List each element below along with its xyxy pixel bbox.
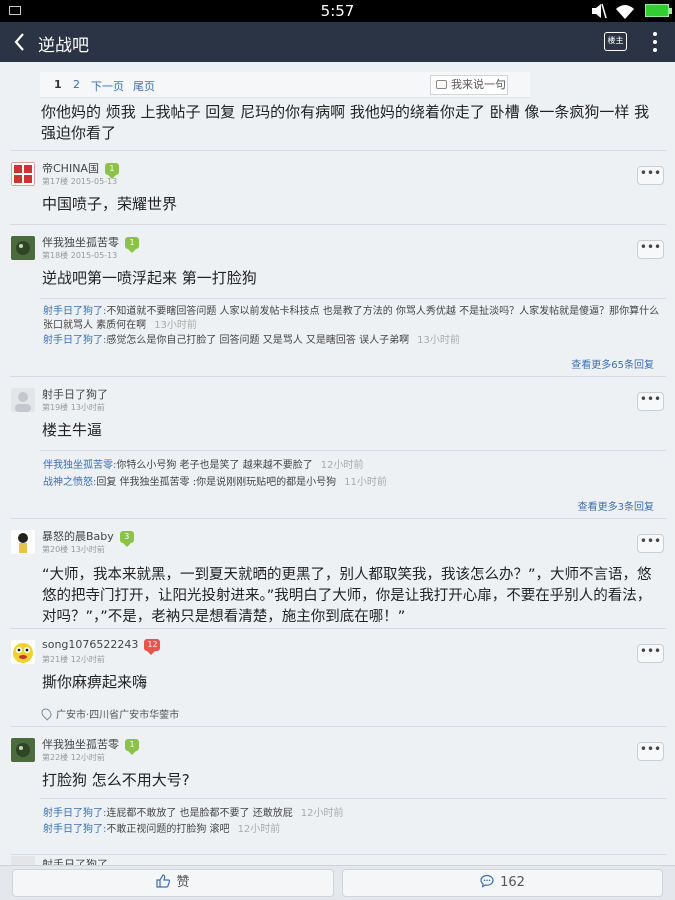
post-more-button[interactable]: ••• [637, 644, 664, 663]
title-bar: 逆战吧 楼主 [0, 22, 675, 62]
reply-item[interactable]: 战神之愤怒:回复 伴我独坐孤苦零 :你是说刚刚玩贴吧的都是小号狗 11小时前 [43, 476, 663, 490]
avatar[interactable] [11, 162, 35, 186]
username[interactable]: 暴怒的晨Baby 3 [42, 528, 134, 547]
volume-muted-icon [592, 3, 607, 19]
location-tag[interactable]: 广安市·四川省广安市华蓥市 [39, 706, 179, 721]
reply-item[interactable]: 射手日了狗了:感觉怎么是你自己打脸了 回答问题 又是骂人 又是瞎回答 误人子弟啊… [43, 334, 663, 348]
divider [10, 150, 666, 151]
reply-item[interactable]: 伴我独坐孤苦零:你特么小号狗 老子也是笑了 越来越不要脸了 12小时前 [43, 459, 663, 473]
wifi-icon [616, 5, 634, 19]
username[interactable]: 射手日了狗了 [42, 386, 108, 402]
post-more-button[interactable]: ••• [637, 534, 664, 553]
speech-bubble-icon [480, 874, 494, 888]
reply-item[interactable]: 射手日了狗了:不知道就不要瞎回答问题 人家以前发帖卡科技点 也是教了方法的 你骂… [43, 305, 663, 333]
post-more-button[interactable]: ••• [637, 166, 664, 185]
owner-only-button[interactable]: 楼主 [604, 32, 627, 51]
post-content: “大师，我本来就黑，一到夏天就晒的更黑了，别人都取笑我，我该怎么办？”，大师不言… [42, 567, 652, 625]
vertical-dots-icon[interactable] [646, 30, 664, 54]
username[interactable]: song1076522243 12 [42, 638, 161, 655]
avatar[interactable] [11, 388, 35, 412]
avatar[interactable] [11, 738, 35, 762]
level-badge: 1 [125, 237, 139, 253]
post-meta: 第20楼 13小时前 [42, 545, 105, 554]
level-badge: 12 [144, 639, 161, 655]
battery-icon [645, 4, 672, 17]
post-more-button[interactable]: ••• [637, 742, 664, 761]
embedded-screenshot: 1 2 下一页 尾页 我来说一句 [40, 72, 530, 98]
status-bar: 5:57 [0, 0, 675, 22]
username[interactable]: 伴我独坐孤苦零 1 [42, 234, 139, 253]
avatar[interactable] [11, 236, 35, 260]
divider [10, 376, 666, 377]
post-list[interactable]: 1 2 下一页 尾页 我来说一句 你他妈的 烦我 上我帖子 回复 尼玛的你有病啊… [0, 62, 675, 865]
post-more-button[interactable]: ••• [637, 240, 664, 259]
post-content: 逆战吧第一喷浮起来 第一打脸狗 [42, 269, 257, 287]
avatar[interactable] [11, 530, 35, 554]
level-badge: 1 [125, 739, 139, 755]
username[interactable]: 射手日了狗了 [42, 856, 108, 865]
post-more-button[interactable]: ••• [637, 392, 664, 411]
page-1: 1 [54, 78, 62, 91]
username[interactable]: 伴我独坐孤苦零 1 [42, 736, 139, 755]
post-meta: 第21楼 12小时前 [42, 655, 105, 664]
chevron-left-icon[interactable] [10, 28, 30, 56]
comment-icon [436, 80, 447, 89]
post-meta: 第17楼 2015-05-13 [42, 177, 118, 186]
comment-button[interactable]: 162 [342, 869, 663, 897]
page-2: 2 [73, 78, 80, 91]
page-title: 逆战吧 [38, 36, 89, 56]
reply-button: 我来说一句 [430, 75, 508, 95]
reply-item[interactable]: 射手日了狗了:不敢正视问题的打脸狗 滚吧 12小时前 [43, 823, 663, 837]
post-meta: 第19楼 13小时前 [42, 403, 105, 412]
divider [10, 726, 666, 727]
avatar[interactable] [11, 640, 35, 664]
post-meta: 第18楼 2015-05-13 [42, 251, 118, 260]
see-more-replies-link[interactable]: 查看更多3条回复 [578, 498, 654, 513]
thumbs-up-icon [156, 874, 171, 888]
level-badge: 3 [119, 531, 134, 547]
divider [10, 518, 666, 519]
reply-list: 射手日了狗了:连屁都不敢放了 也是脸都不要了 还敢放屁 12小时前 射手日了狗了:… [40, 798, 666, 842]
post-content: 中国喷子，荣耀世界 [42, 195, 178, 213]
like-button[interactable]: 赞 [12, 869, 334, 897]
bottom-action-bar: 赞 162 [0, 865, 675, 900]
reply-item[interactable]: 射手日了狗了:连屁都不敢放了 也是脸都不要了 还敢放屁 12小时前 [43, 807, 663, 821]
reply-list: 伴我独坐孤苦零:你特么小号狗 老子也是笑了 越来越不要脸了 12小时前 战神之愤怒… [40, 450, 666, 513]
post-content: 楼主牛逼 [42, 421, 103, 439]
level-badge: 1 [104, 163, 119, 179]
divider [10, 854, 666, 855]
divider [10, 628, 666, 629]
status-time: 5:57 [320, 2, 355, 20]
username[interactable]: 帝CHINA国 1 [42, 160, 119, 179]
divider [10, 224, 666, 225]
next-page-link: 下一页 [91, 80, 124, 93]
see-more-replies-link[interactable]: 查看更多65条回复 [571, 356, 654, 371]
last-page-link: 尾页 [133, 80, 155, 93]
avatar[interactable] [11, 856, 35, 865]
post-content: 撕你麻痹起来嗨 [42, 673, 148, 691]
post-text: 你他妈的 烦我 上我帖子 回复 尼玛的你有病啊 我他妈的绕着你走了 卧槽 像一条… [41, 103, 650, 142]
post-content: 打脸狗 怎么不用大号? [42, 771, 190, 789]
reply-list: 射手日了狗了:不知道就不要瞎回答问题 人家以前发帖卡科技点 也是教了方法的 你骂… [40, 298, 666, 371]
location-pin-icon [39, 706, 54, 721]
post-meta: 第22楼 12小时前 [42, 753, 105, 762]
